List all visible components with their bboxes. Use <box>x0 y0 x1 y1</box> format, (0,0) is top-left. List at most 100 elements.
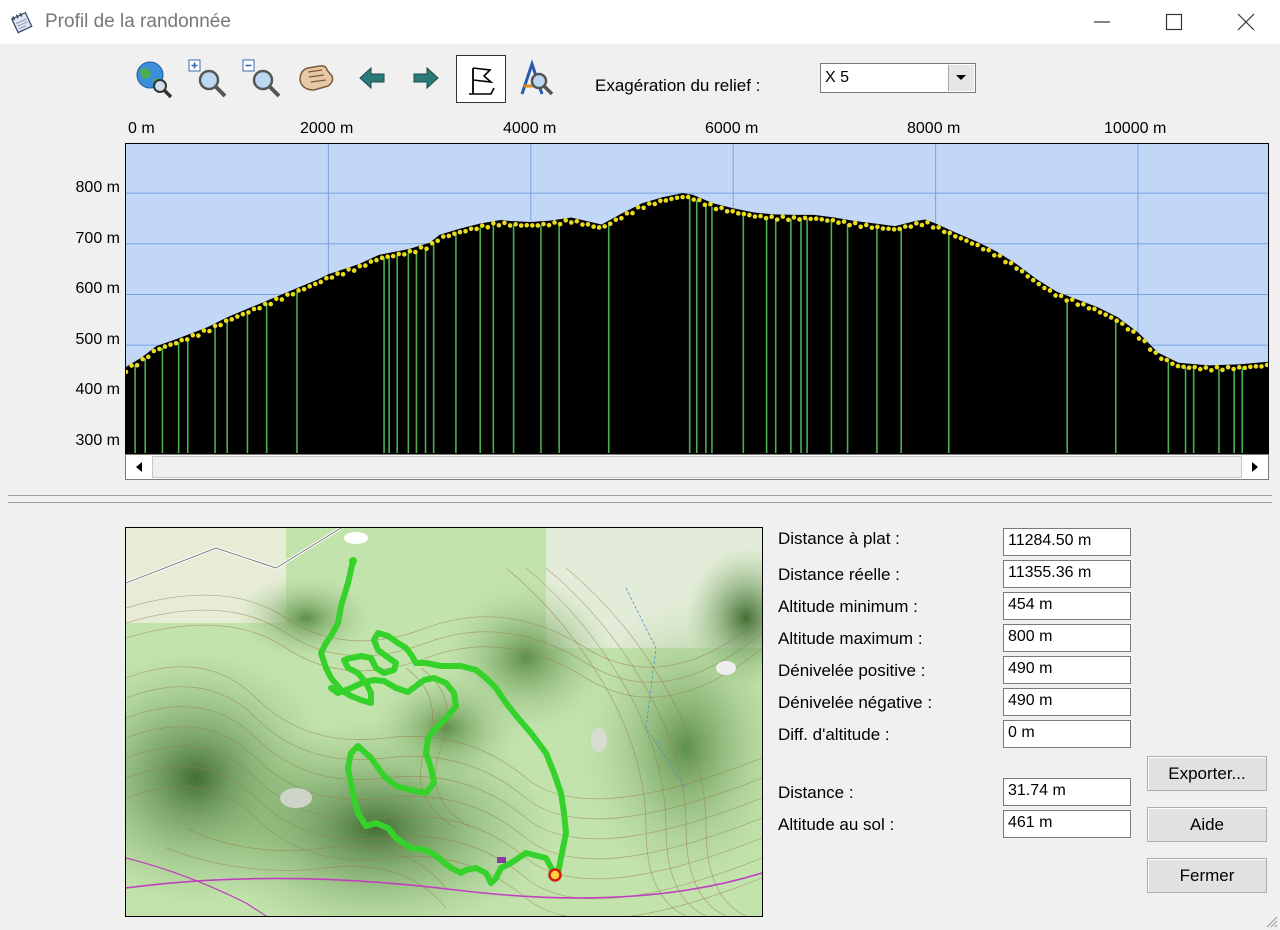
relief-exaggeration-select[interactable]: X 5 <box>820 63 976 93</box>
elevation-marker <box>1248 364 1253 370</box>
elevation-marker <box>624 211 630 216</box>
elevation-marker <box>1136 336 1142 341</box>
elevation-marker <box>251 306 257 312</box>
elevation-marker <box>446 233 452 239</box>
elevation-marker <box>546 222 552 228</box>
elevation-marker <box>1170 361 1175 367</box>
elevation-marker <box>552 220 557 225</box>
help-button[interactable]: Aide <box>1147 807 1267 842</box>
elevation-marker <box>363 263 368 268</box>
elevation-marker <box>897 226 902 232</box>
profile-search-button[interactable] <box>514 56 558 100</box>
elevation-marker <box>591 224 596 229</box>
elevation-marker <box>780 214 786 219</box>
elevation-marker <box>613 217 619 223</box>
elevation-marker <box>157 346 162 352</box>
elevation-marker <box>925 219 930 225</box>
elevation-marker <box>1253 364 1259 369</box>
cursor-distance-value: 31.74 m <box>1003 778 1131 806</box>
export-button[interactable]: Exporter... <box>1147 756 1267 791</box>
elevation-marker <box>607 221 613 227</box>
elevation-marker <box>502 220 507 226</box>
elevation-marker <box>669 196 674 202</box>
elevation-marker <box>741 211 747 217</box>
elevation-marker <box>1064 298 1069 303</box>
y-tick-label: 500 m <box>75 331 120 348</box>
elevation-marker <box>329 275 335 280</box>
elevation-marker <box>863 222 869 228</box>
elevation-marker <box>886 226 891 232</box>
resize-grip-icon[interactable] <box>1264 914 1278 928</box>
elevation-marker <box>652 201 658 207</box>
elevation-marker <box>1003 259 1008 265</box>
triangle-left-icon <box>136 462 142 472</box>
title-bar: Profil de la randonnée <box>0 0 1280 44</box>
elevation-marker <box>941 229 947 235</box>
panel-splitter[interactable] <box>8 495 1272 503</box>
elevation-marker <box>914 221 919 226</box>
elevation-marker <box>808 216 813 222</box>
zoom-in-icon <box>188 59 227 98</box>
elevation-marker <box>1147 347 1153 352</box>
close-window-button[interactable] <box>1216 0 1276 44</box>
elevation-marker <box>585 222 591 227</box>
elevation-marker <box>680 194 685 200</box>
elevation-marker <box>240 311 246 317</box>
elevation-marker <box>1242 365 1248 371</box>
elevation-marker <box>713 206 719 212</box>
elevation-marker <box>290 292 296 297</box>
next-button[interactable] <box>404 56 448 100</box>
scroll-thumb[interactable] <box>152 456 1242 478</box>
marker-toggle-button[interactable] <box>456 55 506 103</box>
elevation-marker <box>379 255 385 261</box>
elevation-marker <box>507 223 513 228</box>
elevation-marker <box>1181 364 1186 370</box>
y-tick-label: 600 m <box>75 280 120 297</box>
elevation-marker <box>880 226 886 231</box>
elevation-marker <box>463 228 468 234</box>
elevation-marker <box>663 198 669 203</box>
elevation-marker <box>1236 365 1242 370</box>
zoom-out-button[interactable] <box>239 56 283 100</box>
flat-distance-label: Distance à plat : <box>778 529 900 548</box>
maximize-button[interactable] <box>1144 0 1204 44</box>
elevation-marker <box>1025 274 1030 279</box>
elevation-marker <box>524 223 530 228</box>
relief-exaggeration-label: Exagération du relief : <box>595 76 761 95</box>
x-tick-label: 2000 m <box>300 120 354 137</box>
y-tick-label: 800 m <box>75 179 120 196</box>
elevation-marker <box>229 317 235 322</box>
globe-search-icon <box>136 61 173 99</box>
elevation-marker <box>641 205 646 211</box>
zoom-in-button[interactable] <box>185 56 229 100</box>
elevation-marker <box>1092 306 1097 312</box>
elevation-marker <box>596 225 602 230</box>
close-button[interactable]: Fermer <box>1147 858 1267 893</box>
profile-scrollbar[interactable] <box>125 454 1269 480</box>
scroll-left-button[interactable] <box>127 456 151 478</box>
elevation-marker <box>335 271 340 276</box>
previous-button[interactable] <box>350 56 394 100</box>
elevation-marker <box>1097 310 1103 315</box>
route-map[interactable] <box>125 527 763 917</box>
globe-search-button[interactable] <box>131 56 175 100</box>
elevation-marker <box>630 210 635 216</box>
elevation-marker <box>257 305 262 311</box>
elevation-marker <box>418 245 424 250</box>
elevation-marker <box>975 242 980 248</box>
elevation-marker <box>145 354 151 360</box>
scroll-right-button[interactable] <box>1243 456 1267 478</box>
dropdown-arrow-button[interactable] <box>948 65 974 91</box>
relief-selected-value: X 5 <box>825 69 850 86</box>
elevation-marker <box>658 198 663 204</box>
arrow-right-icon <box>413 66 439 90</box>
elevation-marker <box>368 259 374 264</box>
elevation-marker <box>396 251 402 257</box>
minimize-button[interactable] <box>1072 0 1132 44</box>
elevation-marker <box>324 275 329 281</box>
pan-button[interactable] <box>294 56 338 100</box>
elevation-profile-chart[interactable] <box>123 143 1270 454</box>
elevation-marker <box>357 263 363 269</box>
elevation-marker <box>452 231 457 237</box>
elevation-marker <box>602 224 607 229</box>
